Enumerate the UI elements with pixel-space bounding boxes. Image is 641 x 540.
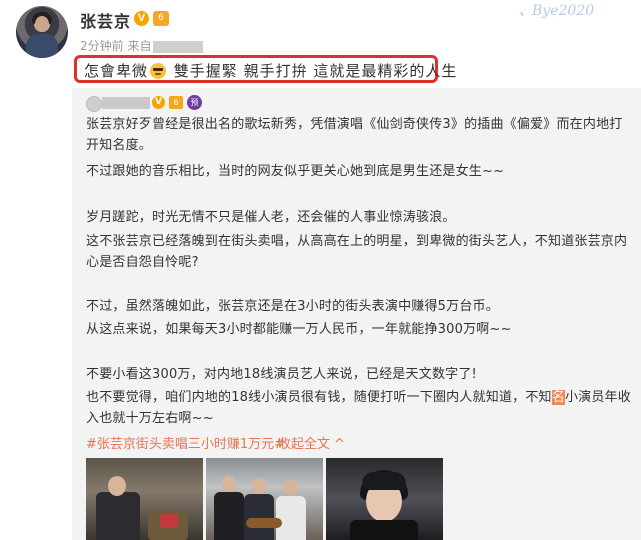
author-name[interactable]: 张芸京 [80, 8, 131, 32]
watermark-chinese: 、 [519, 4, 533, 19]
redacted-repost-username[interactable] [102, 97, 150, 109]
repost-paragraph: 张芸京好歹曾经是很出名的歌坛新秀，凭借演唱《仙剑奇侠传3》的插曲《偏爱》而在内地… [86, 117, 623, 153]
repost-avatar[interactable] [86, 96, 102, 112]
vip-rank-icon: 6 [153, 11, 169, 26]
author-avatar[interactable] [16, 6, 68, 58]
repost-verified-icon: V [152, 96, 165, 109]
watermark-text: Bye2020 [532, 3, 595, 19]
repost-paragraph: 从这点来说，如果每天3小时都能赚一万人民币，一年就能挣300万啊~~ [86, 322, 512, 337]
post-text-part2: 雙手握緊 親手打拚 這就是最精彩的人生 [173, 62, 458, 80]
last-para-a: 也不要觉得，咱们内地的18线小演员很有钱，随便打听一下圈内人就知道，不知 [86, 390, 552, 405]
repost-level-icon: 预 [187, 95, 202, 110]
post-meta: 2分钟前 来自 [80, 37, 204, 54]
redacted-source [153, 40, 204, 53]
repost-paragraph: 不过，虽然落魄如此，张芸京还是在3小时的街头表演中赚得5万台币。 [86, 299, 499, 314]
repost-paragraph: 岁月蹉跎，时光无情不只是催人老，还会催的人事业惊涛骇浪。 [86, 210, 456, 225]
smile-emoji-icon [150, 63, 167, 79]
post-text-part1: 怎會卑微 [84, 62, 149, 80]
post-time: 2分钟前 来自 [80, 39, 152, 53]
repost-paragraph: 不过跟她的音乐相比，当时的网友似乎更关心她到底是男生还是女生~~ [86, 164, 505, 179]
photo-thumbnail-3[interactable] [326, 458, 443, 540]
watermark: 、Bye2020 [519, 0, 594, 19]
repost-vip-icon: 6 [169, 96, 183, 109]
hashtag-link[interactable]: #张芸京街头卖唱三小时赚1万元# [86, 433, 285, 452]
repost-paragraph: 不要小看这300万，对内地18线演员艺人来说，已经是天文数字了! [86, 367, 477, 382]
collapse-text-link[interactable]: 收起全文 ^ [278, 433, 345, 452]
post-text: 怎會卑微 雙手握緊 親手打拚 這就是最精彩的人生 [84, 60, 457, 81]
repost-paragraph-last: 也不要觉得，咱们内地的18线小演员很有钱，随便打听一下圈内人就知道，不知名小演员… [86, 387, 634, 429]
photo-thumbnail-1[interactable] [86, 458, 203, 540]
photo-thumbnail-2[interactable] [206, 458, 323, 540]
verified-icon: V [134, 11, 149, 26]
repost-paragraph: 这不张芸京已经落魄到在街头卖唱，从高高在上的明星，到卑微的街头艺人，不知道张芸京… [86, 234, 628, 270]
selected-char: 名 [551, 390, 565, 405]
